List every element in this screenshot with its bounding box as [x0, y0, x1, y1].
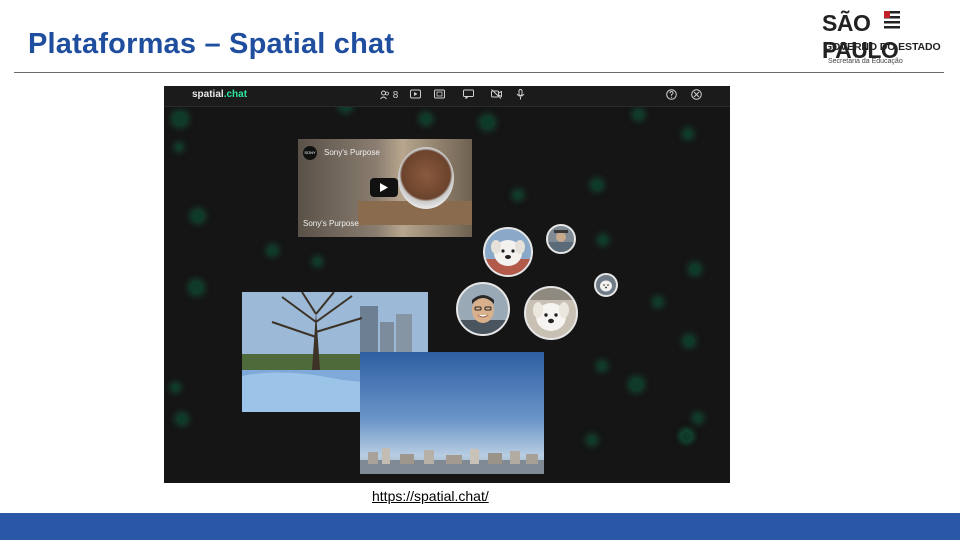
ambient-bubble — [177, 414, 187, 424]
ambient-bubble — [421, 114, 431, 124]
app-logo[interactable]: spatial.chat — [192, 89, 247, 100]
ambient-bubble — [176, 144, 182, 150]
people-icon[interactable]: 8 — [380, 89, 398, 102]
footer-bar — [0, 513, 960, 540]
logo-line-2: GOVERNO DO ESTADO — [824, 41, 941, 53]
chat-icon[interactable] — [463, 89, 474, 102]
participant-avatar-tiny[interactable] — [594, 273, 618, 297]
app-toolbar: spatial.chat 8 — [164, 86, 730, 107]
title-divider — [14, 72, 944, 73]
participant-count: 8 — [392, 90, 399, 101]
person-icon — [458, 295, 508, 334]
skyline-photo — [360, 448, 544, 474]
person-icon — [548, 230, 574, 252]
ambient-bubble — [634, 110, 643, 119]
ambient-bubble — [592, 180, 602, 190]
screen-share-icon[interactable] — [434, 89, 445, 102]
participant-avatar-dog[interactable] — [524, 286, 578, 340]
participant-avatar-man[interactable] — [456, 282, 510, 336]
ambient-bubble — [172, 384, 179, 391]
ambient-bubble — [598, 362, 606, 370]
ambient-bubble — [694, 414, 702, 422]
spatial-chat-screenshot: spatial.chat 8 SONY Sony's Purpose Sony'… — [164, 86, 730, 483]
flag-stripes-icon — [884, 11, 900, 29]
help-icon[interactable] — [666, 89, 677, 102]
ambient-bubble — [588, 436, 596, 444]
settings-icon[interactable] — [691, 89, 702, 102]
ambient-bubble — [173, 112, 187, 126]
plush-dog-icon — [526, 288, 576, 331]
ambient-bubble — [654, 298, 662, 306]
sp-government-logo: SÃO PAULO GOVERNO DO ESTADO Secretaria d… — [818, 8, 946, 68]
spatial-chat-link[interactable]: https://spatial.chat/ — [372, 488, 489, 504]
participant-avatar-small[interactable] — [546, 224, 576, 254]
video-caption: Sony's Purpose — [303, 219, 359, 228]
ambient-bubble — [684, 336, 694, 346]
logo-line-3: Secretaria da Educação — [828, 58, 903, 65]
ambient-bubble — [514, 191, 522, 199]
ambient-bubble — [481, 116, 494, 129]
plush-dog-icon — [485, 240, 531, 275]
play-icon — [380, 183, 388, 192]
ambient-bubble — [190, 281, 203, 294]
shared-image-city-sky[interactable] — [360, 352, 544, 474]
youtube-icon[interactable] — [410, 89, 421, 102]
video-title: Sony's Purpose — [324, 148, 380, 157]
ambient-bubble — [192, 210, 204, 222]
slide-title: Plataformas – Spatial chat — [28, 28, 395, 60]
astronaut-girl-thumbnail — [398, 147, 454, 209]
ambient-bubble — [690, 264, 700, 274]
ambient-bubble — [682, 432, 691, 441]
ambient-bubble — [314, 258, 321, 265]
camera-off-icon[interactable] — [491, 89, 502, 102]
participant-avatar-dog[interactable] — [483, 227, 533, 277]
ambient-bubble — [599, 236, 607, 244]
channel-avatar: SONY — [303, 146, 317, 160]
plush-dog-icon — [600, 280, 612, 292]
ambient-bubble — [684, 130, 692, 138]
ambient-bubble — [630, 378, 643, 391]
play-button[interactable] — [370, 178, 398, 197]
youtube-video-embed[interactable]: SONY Sony's Purpose Sony's Purpose — [298, 139, 472, 237]
mic-icon[interactable] — [516, 89, 525, 102]
ambient-bubble — [268, 246, 277, 255]
